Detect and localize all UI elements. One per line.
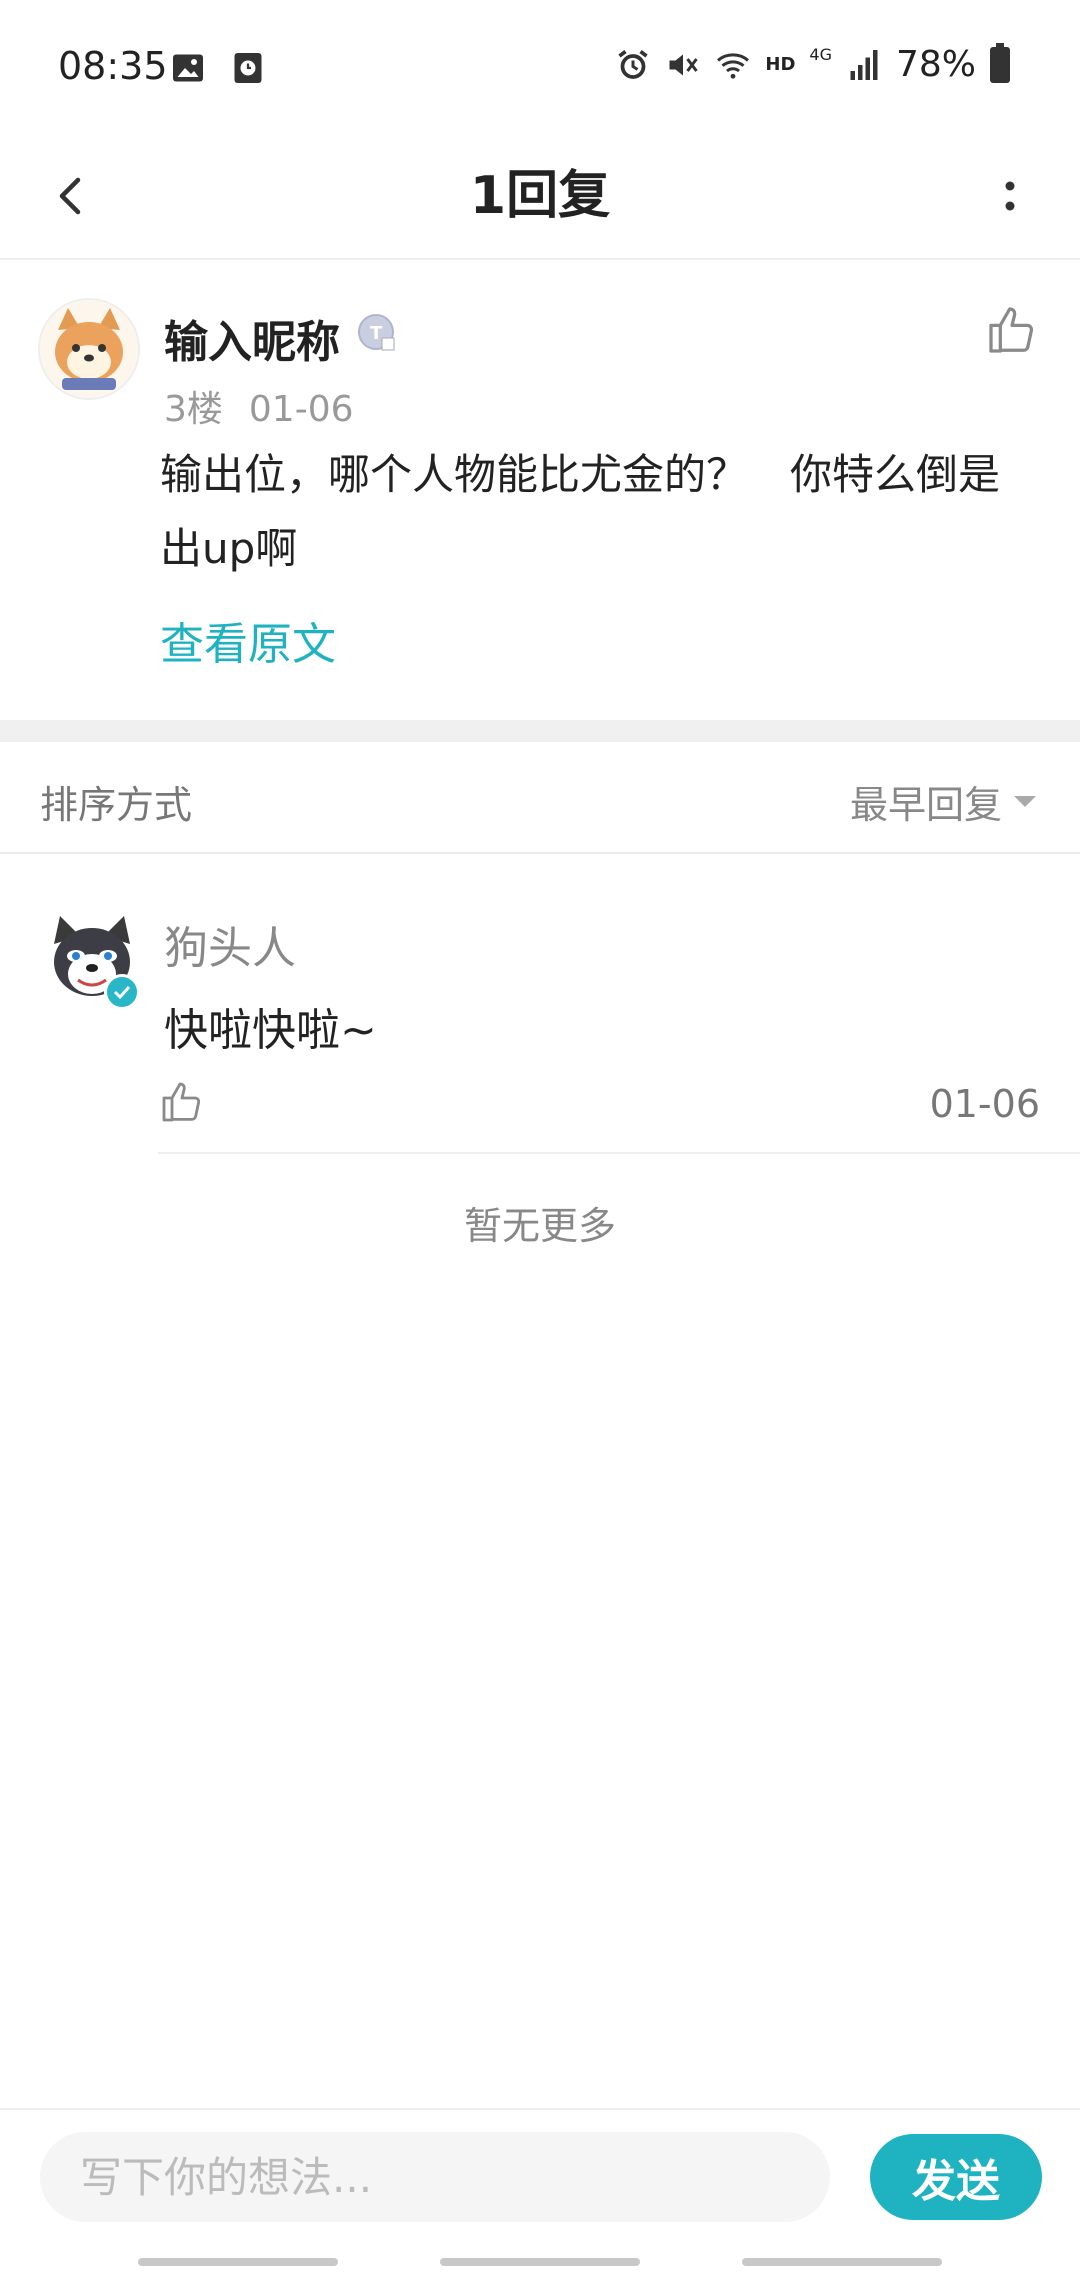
divider (158, 1152, 1080, 1154)
header: 1回复 (0, 130, 1080, 260)
view-original-link[interactable]: 查看原文 (160, 608, 336, 672)
svg-text:T: T (370, 323, 383, 344)
notification-icons (170, 50, 266, 86)
reply-like-button[interactable] (158, 1078, 206, 1126)
alarm-icon (618, 49, 649, 79)
more-vertical-icon (1005, 181, 1015, 211)
shiba-avatar-icon (40, 300, 138, 398)
sort-bar: 排序方式 最早回复 (0, 742, 1080, 854)
hd-indicator: HD (765, 54, 796, 75)
send-button[interactable]: 发送 (870, 2134, 1042, 2220)
no-more-label: 暂无更多 (463, 1204, 616, 1248)
reply-date: 01-06 (929, 1082, 1040, 1126)
battery-icon (990, 42, 1010, 83)
original-comment: 输入昵称 T 3楼 01-06 输出位，哪个人物能比尤金的？ 你特么倒是出up啊 … (0, 258, 1080, 720)
signal-icon (850, 49, 878, 80)
comment-input[interactable] (40, 2132, 830, 2222)
sort-selected: 最早回复 (849, 783, 1002, 827)
section-divider (0, 720, 1080, 742)
more-button[interactable] (970, 156, 1050, 236)
level-badge-icon: T (358, 314, 395, 351)
caret-down-icon (1014, 796, 1036, 807)
battery-percent: 78% (895, 44, 976, 85)
system-nav-bar (0, 2230, 1080, 2280)
thumbs-up-icon (162, 1082, 201, 1122)
reply-item: 狗头人 快啦快啦~ 01-06 (0, 852, 1080, 1154)
reply-author[interactable]: 狗头人 (164, 912, 296, 976)
status-time: 08:35 (58, 44, 168, 88)
avatar[interactable] (38, 298, 140, 400)
sort-dropdown[interactable]: 最早回复 (850, 774, 1036, 829)
sort-label: 排序方式 (40, 783, 193, 827)
comment-date: 01-06 (248, 389, 354, 430)
reply-content: 快啦快啦~ (164, 1005, 377, 1056)
thumbs-up-icon (989, 307, 1034, 353)
floor-number: 3楼 (164, 389, 223, 430)
commenter-nickname[interactable]: 输入昵称 (164, 306, 340, 370)
clock-app-icon (234, 53, 262, 83)
mute-icon (669, 54, 699, 75)
comment-content: 输出位，哪个人物能比尤金的？ 你特么倒是出up啊 (160, 450, 1001, 573)
verified-badge-icon (104, 974, 140, 1010)
image-icon (173, 54, 203, 82)
page-title: 1回复 (469, 166, 611, 226)
nav-recents-button[interactable] (138, 2258, 338, 2266)
comment-meta: 3楼 01-06 (164, 380, 380, 432)
like-button[interactable] (984, 302, 1040, 358)
status-bar: 08:35 HD 4G 78% (0, 0, 1080, 130)
comment-composer: 发送 (0, 2108, 1080, 2232)
network-type: 4G (809, 45, 832, 64)
nav-back-button[interactable] (742, 2258, 942, 2266)
system-status: HD 4G 78% (615, 42, 1010, 85)
nav-home-button[interactable] (440, 2258, 640, 2266)
wifi-icon (717, 52, 750, 79)
